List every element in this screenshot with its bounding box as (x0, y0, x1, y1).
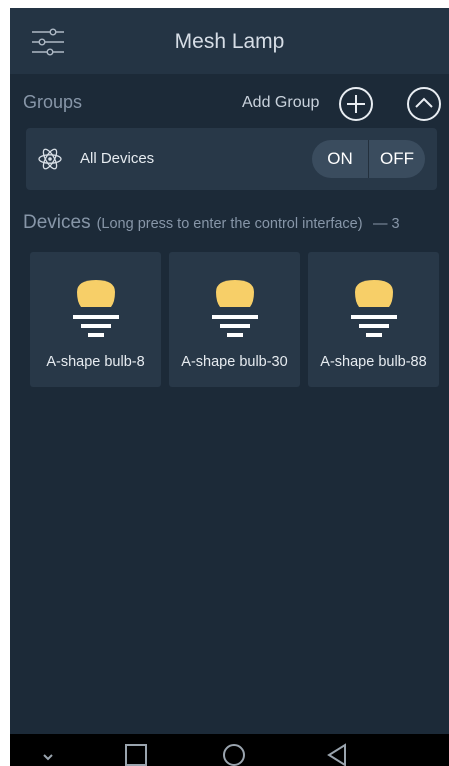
add-group-label[interactable]: Add Group (242, 94, 319, 112)
device-name: A-shape bulb-8 (46, 354, 145, 370)
bulb-icon (351, 280, 397, 337)
device-card[interactable]: A-shape bulb-88 (308, 252, 439, 387)
chevron-down-icon[interactable] (34, 740, 62, 766)
app-header: Mesh Lamp (10, 8, 449, 74)
group-name: All Devices (80, 150, 155, 167)
square-icon[interactable] (122, 740, 150, 766)
app-title: Mesh Lamp (174, 30, 285, 53)
chevron-up-circle-icon[interactable] (406, 86, 442, 122)
device-name: A-shape bulb-30 (181, 354, 288, 370)
circle-icon[interactable] (220, 740, 248, 766)
plus-circle-icon[interactable] (338, 86, 374, 122)
devices-section-label: Devices (23, 212, 91, 233)
devices-hint: (Long press to enter the control interfa… (96, 216, 363, 232)
off-button[interactable]: OFF (369, 140, 425, 178)
bulb-icon (73, 280, 119, 337)
triangle-back-icon[interactable] (323, 740, 351, 766)
device-name: A-shape bulb-88 (320, 354, 427, 370)
app-screen: Mesh Lamp Groups Add Group All Devices O… (10, 8, 449, 766)
bulb-icon (212, 280, 258, 337)
device-count: — 3 (373, 216, 400, 232)
system-nav-bar (10, 734, 449, 766)
device-card[interactable]: A-shape bulb-30 (169, 252, 300, 387)
device-card[interactable]: A-shape bulb-8 (30, 252, 161, 387)
atom-icon (38, 148, 62, 170)
power-toggle: ON OFF (312, 140, 425, 178)
on-button[interactable]: ON (312, 140, 368, 178)
devices-section-header: Devices (Long press to enter the control … (23, 212, 400, 234)
group-item-all-devices[interactable]: All Devices ON OFF (26, 128, 437, 190)
groups-section-label: Groups (23, 92, 83, 112)
